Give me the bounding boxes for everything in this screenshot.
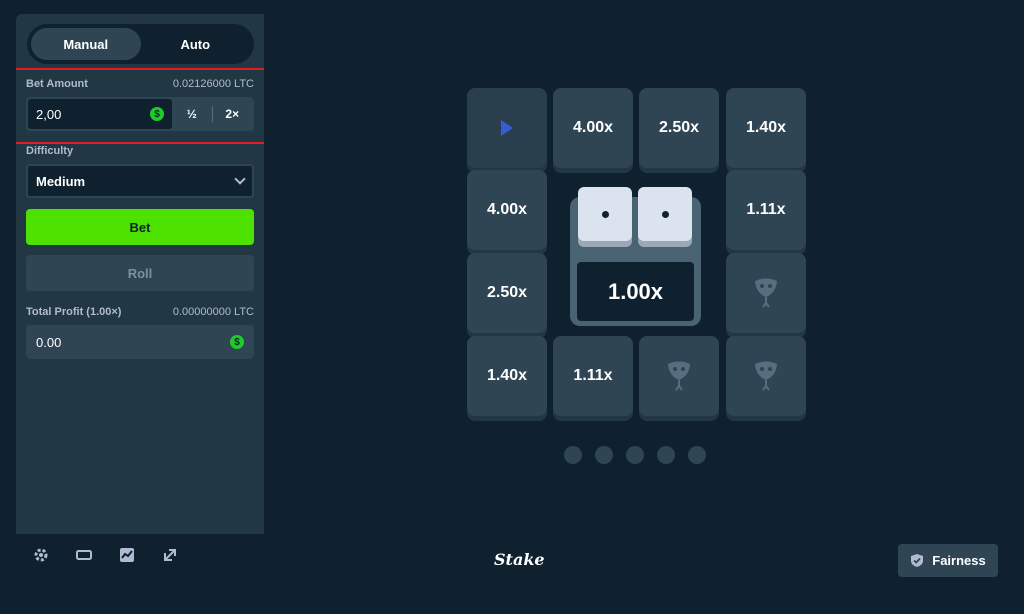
roll-indicator-dot <box>564 446 582 464</box>
tile-left-1: 4.00x <box>467 170 547 250</box>
profit-label-row: Total Profit (1.00×) 0.00000000 LTC <box>26 306 254 318</box>
bet-sidebar: Manual Auto Bet Amount 0.02126000 LTC 2,… <box>16 14 270 534</box>
current-multiplier: 1.00x <box>577 262 694 321</box>
tile-top-3: 1.40x <box>726 88 806 168</box>
total-profit-label: Total Profit (1.00×) <box>26 306 122 318</box>
difficulty-value: Medium <box>36 173 86 189</box>
die-right <box>638 187 692 241</box>
roll-indicator-dot <box>657 446 675 464</box>
die-pip <box>601 210 609 218</box>
tile-left-3: 1.40x <box>467 336 547 416</box>
difficulty-label: Difficulty <box>26 145 74 157</box>
snake-icon <box>755 361 777 391</box>
tile-top-1: 4.00x <box>553 88 633 168</box>
difficulty-label-row: Difficulty <box>26 145 254 157</box>
popout-arrow-icon[interactable] <box>162 547 178 567</box>
die-left <box>578 187 632 241</box>
mode-tabs: Manual Auto <box>27 24 254 64</box>
roll-indicator-dot <box>626 446 644 464</box>
dollar-coin-icon: $ <box>230 335 244 349</box>
tab-manual[interactable]: Manual <box>31 28 141 60</box>
tile-top-2: 2.50x <box>639 88 719 168</box>
total-profit-ltc: 0.00000000 LTC <box>172 306 254 318</box>
settings-gear-icon[interactable] <box>33 547 49 567</box>
snake-tile <box>639 336 719 416</box>
snake-icon <box>755 278 777 308</box>
total-profit-field: 0.00 $ <box>26 325 254 359</box>
bet-button[interactable]: Bet <box>26 209 254 245</box>
start-tile <box>467 88 547 168</box>
theatre-mode-icon[interactable] <box>76 547 92 567</box>
snake-tile <box>726 253 806 333</box>
tab-auto[interactable]: Auto <box>141 28 251 60</box>
dice-panel: 1.00x <box>570 187 701 326</box>
snake-tile <box>726 336 806 416</box>
tile-right-1: 1.11x <box>726 170 806 250</box>
fairness-label: Fairness <box>932 553 986 568</box>
tile-bottom-1: 1.11x <box>553 336 633 416</box>
roll-indicator-dot <box>688 446 706 464</box>
total-profit-value: 0.00 <box>36 334 62 350</box>
brand-logo: Stake <box>494 550 545 569</box>
roll-indicator-dot <box>595 446 613 464</box>
die-pip <box>661 210 669 218</box>
play-icon <box>501 120 513 136</box>
difficulty-select[interactable]: Medium <box>26 164 254 198</box>
snake-icon <box>668 361 690 391</box>
chevron-down-icon <box>234 173 246 185</box>
shield-check-icon <box>911 554 924 567</box>
fairness-button[interactable]: Fairness <box>898 544 998 577</box>
bet-amount-highlight <box>16 68 270 144</box>
roll-button[interactable]: Roll <box>26 255 254 291</box>
stats-chart-icon[interactable] <box>119 547 135 567</box>
tile-left-2: 2.50x <box>467 253 547 333</box>
